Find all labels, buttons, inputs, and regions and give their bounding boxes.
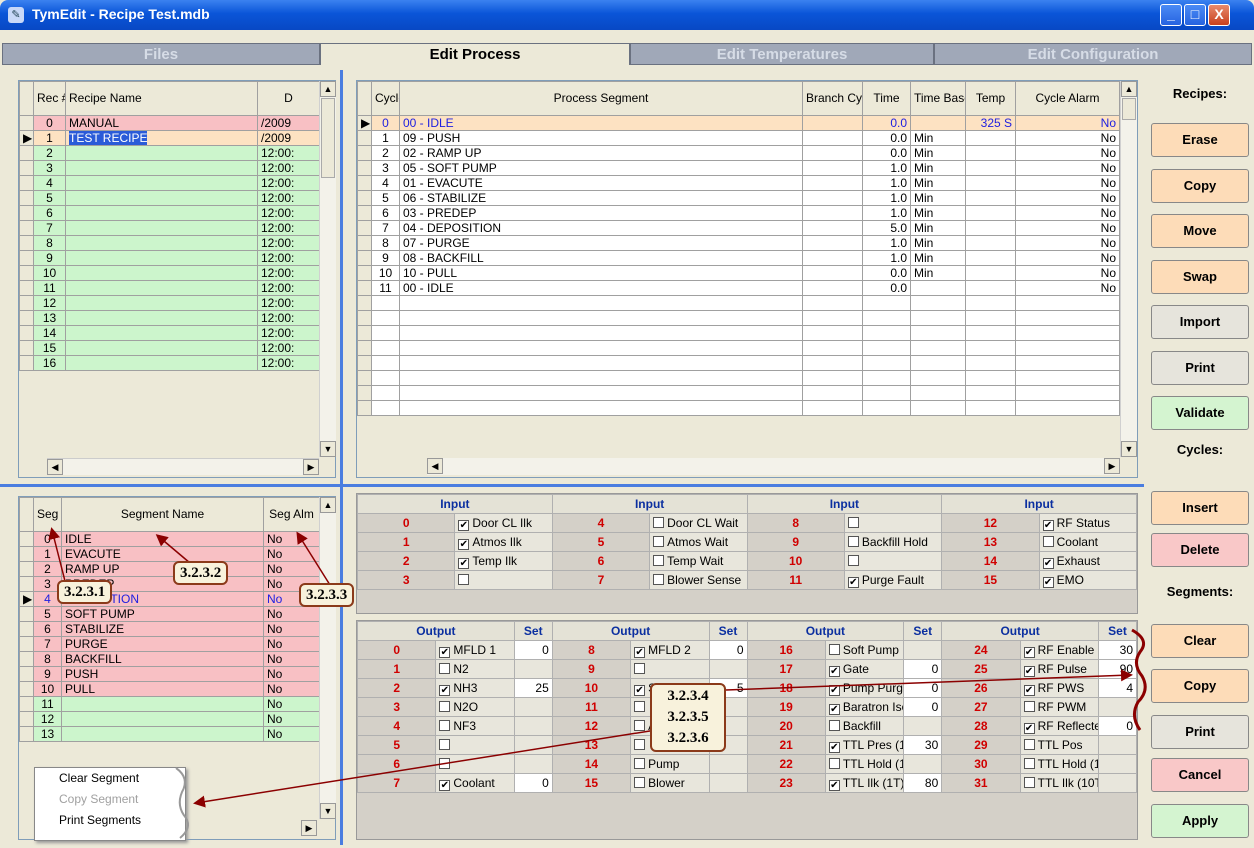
callout-3-2-3-2: 3.2.3.2 [173, 561, 229, 585]
callout-3-2-3-1: 3.2.3.1 [57, 580, 113, 604]
callout-3-2-3-4-6: 3.2.3.4 3.2.3.5 3.2.3.6 [650, 683, 726, 752]
callout-3-2-3-3: 3.2.3.3 [299, 583, 355, 607]
callout-3-2-3-4: 3.2.3.4 [667, 688, 709, 704]
callout-3-2-3-6: 3.2.3.6 [667, 730, 709, 746]
callout-3-2-3-5: 3.2.3.5 [667, 709, 709, 725]
annotation-arrows [48, 527, 1147, 839]
